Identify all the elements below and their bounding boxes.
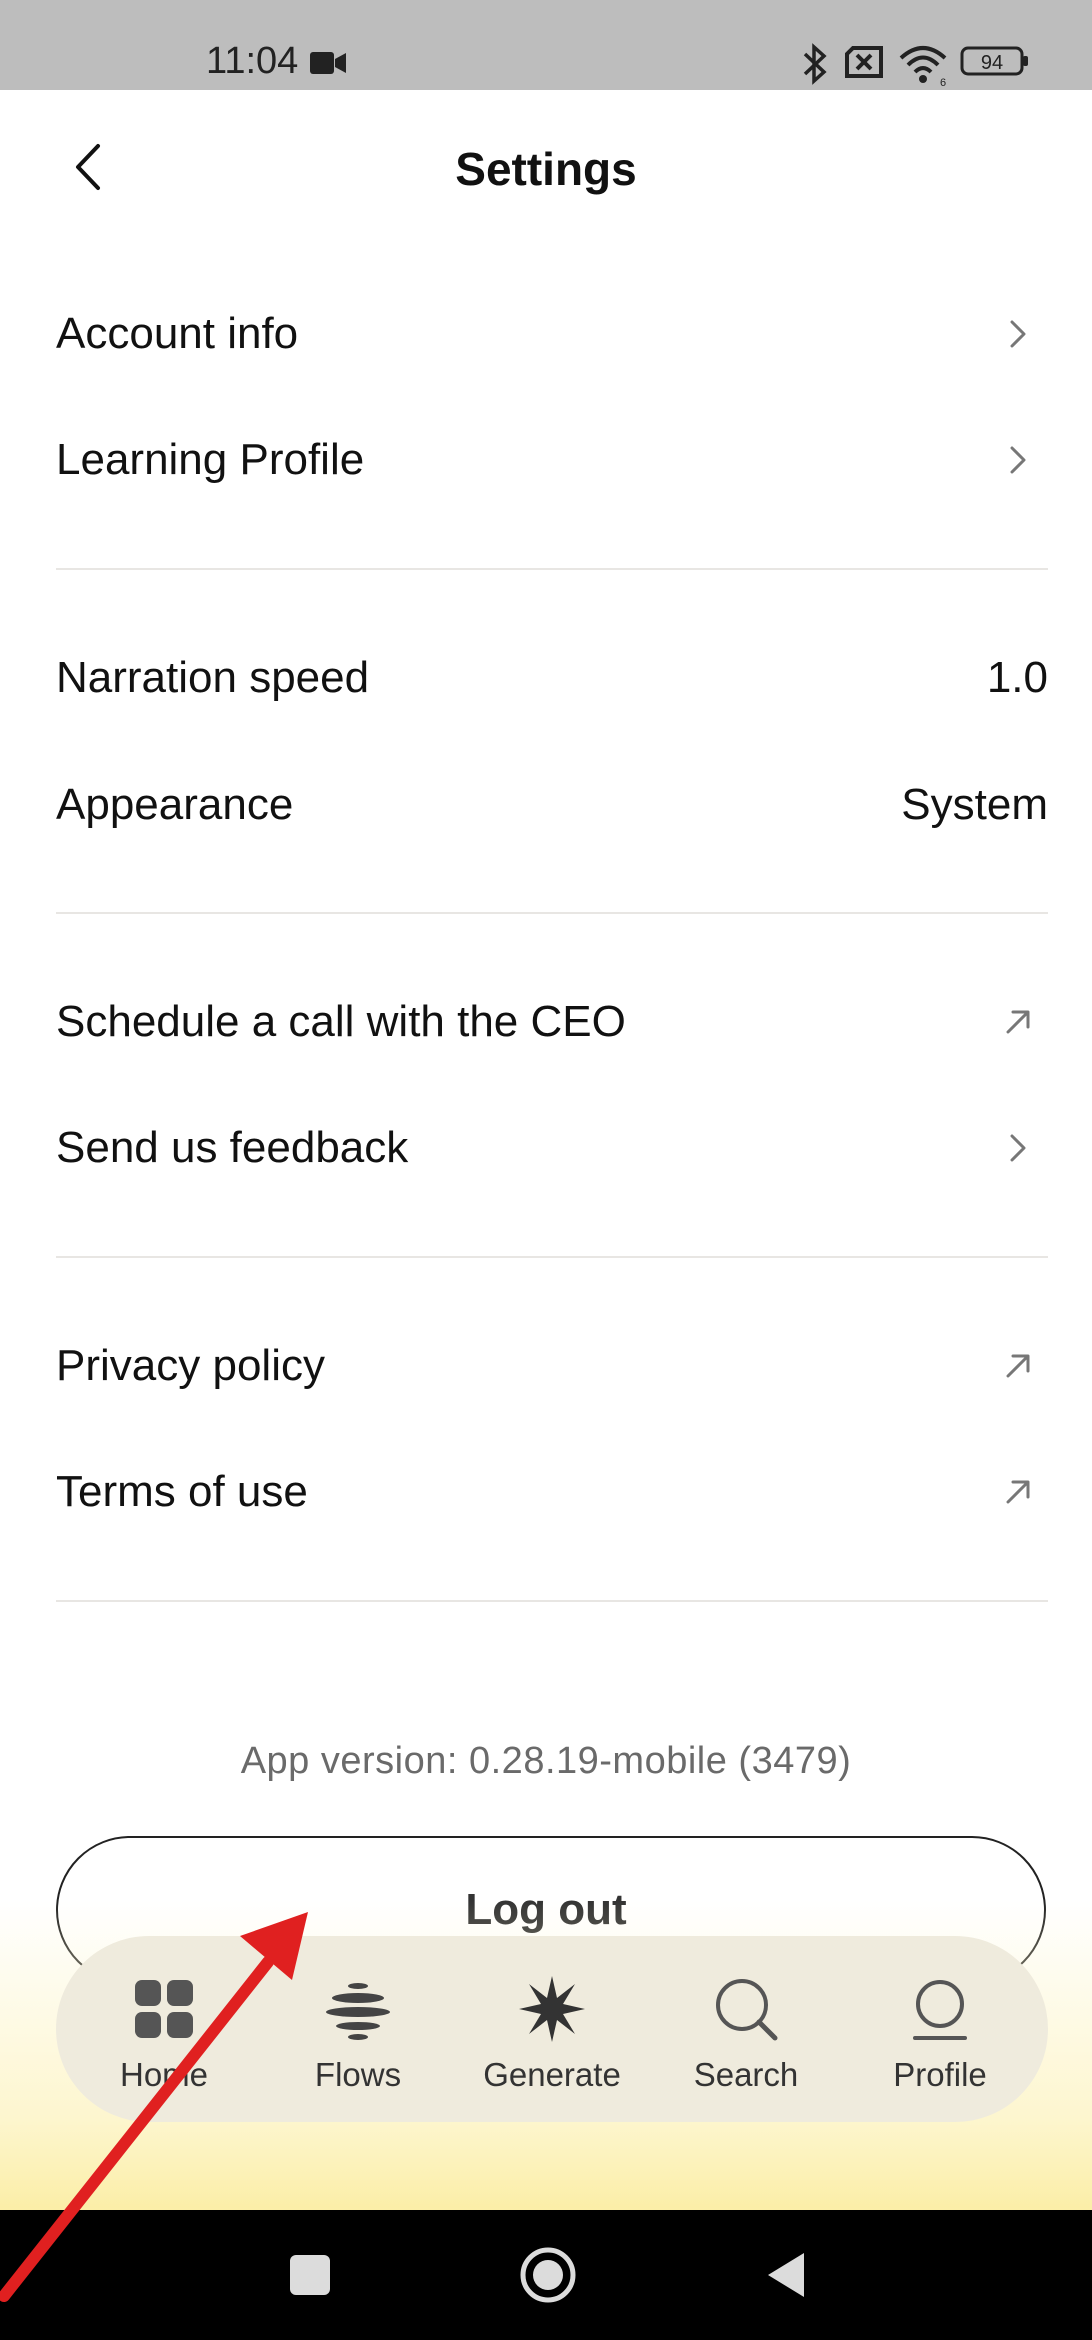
chevron-right-icon (1010, 320, 1026, 348)
external-link-icon (1006, 1010, 1030, 1034)
battery-icon: 94 (960, 46, 1028, 76)
section-divider (56, 1600, 1048, 1602)
chevron-right-icon (1010, 1134, 1026, 1162)
row-terms-of-use[interactable]: Terms of use (56, 1442, 1048, 1542)
section-divider (56, 1256, 1048, 1258)
section-divider (56, 912, 1048, 914)
sim-off-icon (845, 46, 883, 78)
row-privacy-policy[interactable]: Privacy policy (56, 1316, 1048, 1416)
external-link-icon (1006, 1354, 1030, 1378)
chevron-right-icon (1010, 446, 1026, 474)
tab-label: Profile (893, 2056, 987, 2093)
wifi-icon: 6 (899, 46, 947, 86)
row-send-feedback[interactable]: Send us feedback (56, 1098, 1048, 1198)
row-schedule-call[interactable]: Schedule a call with the CEO (56, 972, 1048, 1072)
annotation-arrow (0, 1912, 308, 2302)
tab-label: Generate (483, 2056, 621, 2093)
appearance-value: System (901, 780, 1048, 829)
sparkle-icon (519, 1976, 585, 2042)
tab-profile[interactable]: Profile (850, 1960, 1030, 2110)
row-learning-profile[interactable]: Learning Profile (56, 410, 1048, 510)
narration-speed-value: 1.0 (986, 653, 1048, 702)
row-label: Privacy policy (56, 1341, 325, 1390)
row-narration-speed[interactable]: Narration speed 1.0 (56, 628, 1048, 728)
profile-icon (913, 1980, 967, 2040)
tab-search[interactable]: Search (656, 1960, 836, 2110)
status-time: 11:04 (206, 40, 299, 82)
page-title: Settings (455, 143, 637, 195)
row-label: Send us feedback (56, 1123, 409, 1172)
row-label: Terms of use (56, 1467, 308, 1516)
row-label: Account info (56, 309, 299, 358)
back-nav-button[interactable] (746, 2235, 826, 2315)
row-label: Narration speed (56, 653, 370, 702)
app-version: App version: 0.28.19-mobile (3479) (240, 1740, 852, 1782)
row-appearance[interactable]: Appearance System (56, 755, 1048, 855)
tab-label: Search (693, 2056, 799, 2093)
row-label: Learning Profile (56, 435, 365, 484)
tab-generate[interactable]: Generate (462, 1960, 642, 2110)
bluetooth-icon (803, 43, 827, 85)
external-link-icon (1006, 1480, 1030, 1504)
row-label: Appearance (56, 780, 294, 829)
battery-level: 94 (981, 52, 1003, 74)
camera-icon (310, 52, 346, 74)
svg-text:6: 6 (940, 77, 946, 86)
search-icon (716, 1979, 778, 2041)
section-divider (56, 568, 1048, 570)
row-label: Schedule a call with the CEO (56, 997, 626, 1046)
home-button[interactable] (508, 2235, 588, 2315)
row-account-info[interactable]: Account info (56, 284, 1048, 384)
